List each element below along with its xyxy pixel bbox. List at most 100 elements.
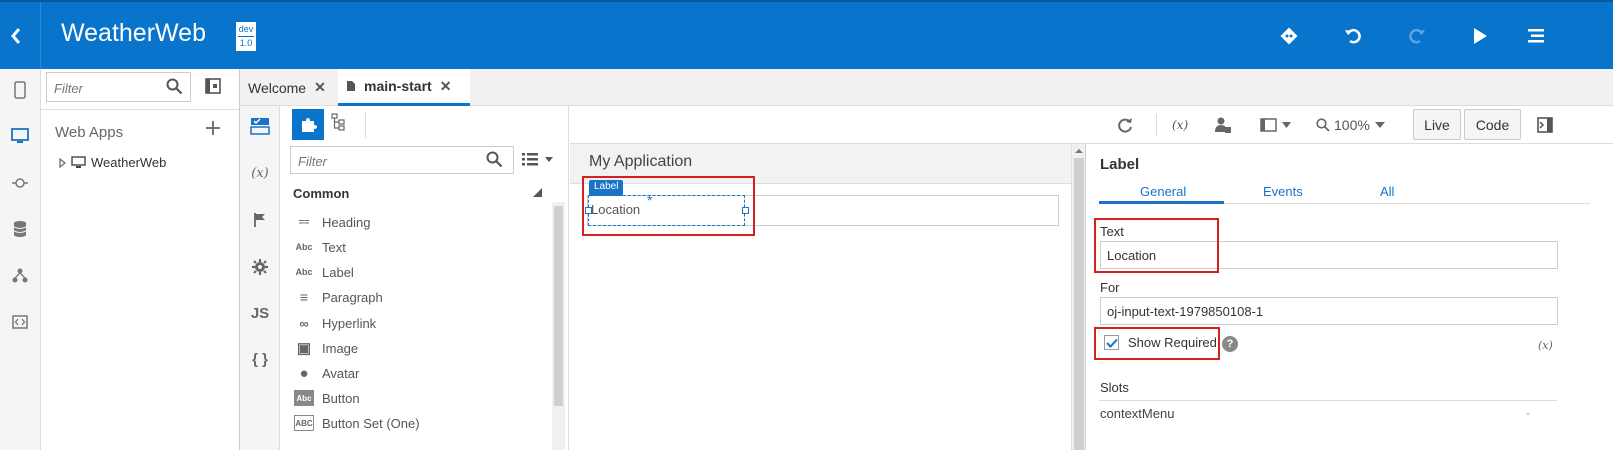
palette-section-common[interactable]: Common (293, 186, 349, 201)
tab-label: Welcome (248, 79, 307, 96)
palette-item-label[interactable]: Abc Label (294, 261, 353, 283)
events-button[interactable] (245, 205, 275, 235)
palette-item-avatar[interactable]: ● Avatar (294, 362, 359, 384)
scrollbar-thumb[interactable] (554, 206, 563, 406)
palette-scrollbar[interactable] (552, 202, 565, 450)
components-icon (12, 315, 28, 329)
scrollbar-thumb[interactable] (1074, 158, 1084, 450)
slots-heading: Slots (1100, 380, 1129, 395)
js-button[interactable]: JS (245, 298, 275, 328)
palette-item-button[interactable]: Abc Button (294, 387, 360, 409)
undo-icon (1345, 28, 1361, 44)
json-icon: { } (252, 350, 268, 368)
panel-layout-icon[interactable] (205, 78, 221, 94)
refresh-icon (1118, 118, 1132, 133)
properties-title: Label (1100, 156, 1140, 173)
refresh-button[interactable] (1116, 114, 1134, 136)
highlight-box (1094, 218, 1219, 273)
list-view-toggle[interactable] (522, 152, 554, 166)
database-icon (13, 221, 27, 237)
rail-web[interactable] (5, 121, 35, 151)
run-button[interactable] (1468, 24, 1492, 48)
zoom-dropdown[interactable]: 100% (1316, 114, 1386, 136)
tab-main-start[interactable]: main-start ✕ (338, 69, 470, 106)
rail-database[interactable] (5, 214, 35, 244)
code-button[interactable]: Code (1464, 109, 1521, 140)
palette-item-image[interactable]: ▣ Image (294, 337, 358, 359)
plus-icon (206, 121, 220, 135)
close-icon[interactable]: ✕ (314, 79, 326, 96)
canvas-scrollbar[interactable] (1071, 144, 1085, 450)
structure-tab-button[interactable] (331, 113, 345, 131)
slot-value: - (1526, 406, 1530, 420)
redo-button[interactable] (1405, 24, 1429, 48)
search-icon[interactable] (486, 151, 503, 168)
git-button[interactable] (1277, 24, 1301, 48)
tab-all[interactable]: All (1380, 184, 1394, 199)
palette-item-paragraph[interactable]: ≡ Paragraph (294, 286, 383, 308)
slot-context-menu[interactable]: contextMenu (1100, 406, 1174, 421)
left-rail (0, 69, 41, 450)
undo-button[interactable] (1341, 24, 1365, 48)
palette-item-text[interactable]: Abc Text (294, 236, 346, 258)
for-field[interactable]: oj-input-text-1979850108-1 (1100, 297, 1558, 325)
rail-services[interactable] (5, 168, 35, 198)
expand-arrow-icon (59, 157, 66, 168)
design-canvas[interactable]: My Application Location * Label (570, 144, 1085, 450)
live-button[interactable]: Live (1413, 109, 1461, 140)
fx-icon: (x) (1172, 118, 1189, 132)
palette-item-label: Avatar (322, 365, 360, 381)
puzzle-icon (302, 117, 317, 132)
page-designer-button[interactable] (245, 111, 275, 141)
variables-button[interactable]: (x) (245, 158, 275, 188)
expression-button[interactable]: (x) (1172, 114, 1188, 136)
palette-item-label: Heading (322, 214, 371, 230)
tab-welcome[interactable]: Welcome ✕ (240, 69, 338, 106)
toggle-properties-button[interactable] (1537, 114, 1553, 136)
back-arrow-icon (11, 27, 21, 44)
palette-item-heading[interactable]: == Heading (294, 211, 371, 233)
tab-events[interactable]: Events (1263, 184, 1303, 199)
user-role-button[interactable] (1215, 114, 1231, 136)
service-icon (12, 178, 28, 188)
rail-mobile[interactable] (5, 75, 35, 105)
web-apps-heading: Web Apps (55, 124, 124, 141)
viewport-dropdown[interactable] (1260, 114, 1292, 136)
list-view-icon (522, 153, 553, 166)
palette-item-label: Text (322, 239, 346, 255)
add-web-app-button[interactable] (205, 120, 221, 136)
palette-item-hyperlink[interactable]: ∞ Hyperlink (294, 312, 376, 334)
page-designer-icon (250, 118, 270, 135)
back-button[interactable] (0, 2, 32, 69)
palette-item-button-set[interactable]: ABC Button Set (One) (294, 412, 420, 434)
js-icon: JS (250, 304, 270, 322)
highlight-box (1094, 327, 1220, 360)
button-set-icon: ABC (294, 415, 314, 431)
run-icon (1474, 28, 1487, 44)
json-button[interactable]: { } (245, 344, 275, 374)
panel-right-icon (1537, 117, 1553, 133)
zoom-value: 100% (1334, 117, 1370, 133)
tree-item-weatherweb[interactable]: WeatherWeb (59, 155, 166, 170)
menu-icon (1528, 29, 1544, 43)
mobile-app-icon (14, 81, 26, 99)
for-field-label: For (1100, 280, 1120, 295)
tree-item-label: WeatherWeb (91, 155, 167, 170)
close-icon[interactable]: ✕ (440, 78, 452, 95)
collapse-corner-icon[interactable] (533, 188, 542, 197)
components-tab-button[interactable] (292, 109, 324, 140)
rail-process[interactable] (5, 261, 35, 291)
text-icon: Abc (295, 242, 313, 252)
search-icon[interactable] (166, 78, 183, 95)
tab-general[interactable]: General (1140, 184, 1186, 199)
heading-icon: == (298, 217, 310, 227)
scroll-up-icon (1075, 149, 1083, 153)
rail-components[interactable] (5, 307, 35, 337)
fx-icon[interactable]: (x) (1538, 339, 1553, 352)
settings-button[interactable] (245, 252, 275, 282)
palette-filter-input[interactable]: Filter (290, 146, 514, 174)
menu-button[interactable] (1524, 24, 1548, 48)
app-preview-title: My Application (589, 153, 693, 170)
palette-item-label: Button Set (One) (322, 415, 420, 431)
help-icon[interactable]: ? (1222, 336, 1238, 352)
